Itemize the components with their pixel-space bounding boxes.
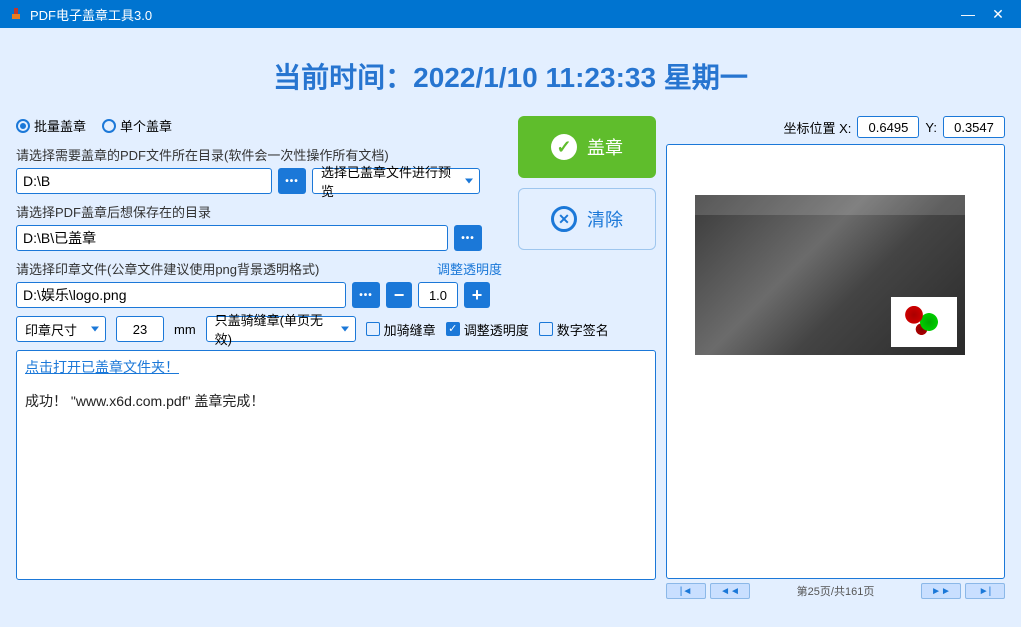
titlebar-title: PDF电子盖章工具3.0: [30, 5, 152, 24]
checkbox-adjust-opacity[interactable]: 调整透明度: [446, 320, 529, 339]
riding-mode-select[interactable]: 只盖骑缝章(单页无效): [206, 316, 356, 342]
stamp-file-label: 请选择印章文件(公章文件建议使用png背景透明格式): [16, 259, 319, 278]
clear-button-label: 清除: [587, 206, 623, 232]
riding-mode-label: 只盖骑缝章(单页无效): [215, 310, 335, 348]
opacity-minus-button[interactable]: −: [386, 282, 412, 308]
checkbox-digital-sign-label: 数字签名: [557, 320, 609, 339]
dst-dir-input[interactable]: [16, 225, 448, 251]
dst-dir-browse-button[interactable]: •••: [454, 225, 482, 251]
stamp-button-label: 盖章: [587, 134, 623, 160]
titlebar: PDF电子盖章工具3.0 — ✕: [0, 0, 1021, 28]
src-dir-input[interactable]: [16, 168, 272, 194]
radio-icon: [102, 119, 116, 133]
pager-next-button[interactable]: ►►: [921, 583, 961, 599]
stamp-size-select-label: 印章尺寸: [25, 320, 77, 339]
checkbox-icon: [366, 322, 380, 336]
pager-prev-button[interactable]: ◄◄: [710, 583, 750, 599]
clear-button[interactable]: ✕ 清除: [518, 188, 656, 250]
stamp-button[interactable]: ✓ 盖章: [518, 116, 656, 178]
radio-single[interactable]: 单个盖章: [102, 116, 172, 135]
pager-info: 第25页/共161页: [754, 583, 917, 599]
checkbox-add-riding[interactable]: 加骑缝章: [366, 320, 436, 339]
radio-batch-label: 批量盖章: [34, 116, 86, 135]
src-dir-browse-button[interactable]: •••: [278, 168, 306, 194]
coord-y-label: Y:: [925, 120, 937, 135]
dst-dir-label: 请选择PDF盖章后想保存在的目录: [16, 202, 502, 221]
coord-x-label: 坐标位置 X:: [784, 118, 852, 137]
checkbox-digital-sign[interactable]: 数字签名: [539, 320, 609, 339]
checkbox-adjust-opacity-label: 调整透明度: [464, 320, 529, 339]
radio-single-label: 单个盖章: [120, 116, 172, 135]
stamp-size-unit: mm: [174, 322, 196, 337]
opacity-plus-button[interactable]: +: [464, 282, 490, 308]
radio-batch[interactable]: 批量盖章: [16, 116, 86, 135]
open-folder-link[interactable]: 点击打开已盖章文件夹！: [25, 357, 647, 377]
checkbox-icon: [446, 322, 460, 336]
check-icon: ✓: [551, 134, 577, 160]
log-line: 成功！ "www.x6d.com.pdf" 盖章完成！: [25, 391, 647, 411]
preview-select-label: 选择已盖章文件进行预览: [321, 162, 459, 200]
preview-select[interactable]: 选择已盖章文件进行预览: [312, 168, 480, 194]
x-icon: ✕: [551, 206, 577, 232]
pager-first-button[interactable]: |◄: [666, 583, 706, 599]
adjust-opacity-link[interactable]: 调整透明度: [437, 259, 502, 278]
close-button[interactable]: ✕: [983, 6, 1013, 23]
preview-image: [695, 195, 965, 355]
stamp-size-input[interactable]: [116, 316, 164, 342]
checkbox-add-riding-label: 加骑缝章: [384, 320, 436, 339]
opacity-value: 1.0: [418, 282, 458, 308]
minimize-button[interactable]: —: [953, 6, 983, 22]
coord-y-input[interactable]: [943, 116, 1005, 138]
stamp-icon: [899, 304, 949, 340]
pager-last-button[interactable]: ►|: [965, 583, 1005, 599]
app-icon: [8, 6, 24, 22]
coord-x-input[interactable]: [857, 116, 919, 138]
stamp-size-select[interactable]: 印章尺寸: [16, 316, 106, 342]
preview-box[interactable]: [666, 144, 1005, 579]
log-area: 点击打开已盖章文件夹！ 成功！ "www.x6d.com.pdf" 盖章完成！: [16, 350, 656, 580]
stamp-overlay: [891, 297, 957, 347]
stamp-file-input[interactable]: [16, 282, 346, 308]
stamp-file-browse-button[interactable]: •••: [352, 282, 380, 308]
radio-icon: [16, 119, 30, 133]
time-header: 当前时间：2022/1/10 11:23:33 星期一: [16, 38, 1005, 116]
checkbox-icon: [539, 322, 553, 336]
